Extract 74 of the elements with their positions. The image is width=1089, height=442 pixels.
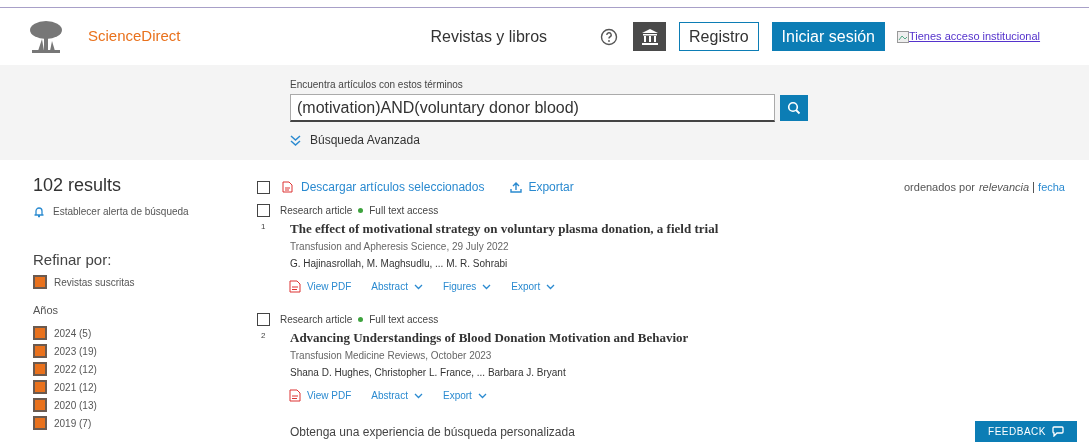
year-filter-label: 2021 (12) xyxy=(54,380,97,395)
expand-link[interactable]: Export xyxy=(511,279,556,294)
brand-name[interactable]: ScienceDirect xyxy=(88,25,181,48)
expand-link[interactable]: Export xyxy=(442,388,487,403)
sort-option[interactable]: relevancia xyxy=(978,178,1030,196)
years-heading: Años xyxy=(33,302,60,318)
result-number: 2 xyxy=(260,330,267,342)
nav-link[interactable]: Revistas y libros xyxy=(430,24,548,49)
filter-checkbox[interactable] xyxy=(33,326,47,340)
tree-logo-icon[interactable] xyxy=(28,18,64,55)
export-link[interactable]: Exportar xyxy=(528,178,574,196)
chevron-down-icon xyxy=(477,392,487,399)
chat-icon xyxy=(1051,426,1064,437)
search-button[interactable] xyxy=(780,95,808,121)
results-count: 102 results xyxy=(33,174,123,196)
access-label: Full text access xyxy=(369,313,439,327)
help-icon[interactable] xyxy=(600,27,619,46)
search-icon xyxy=(787,101,801,115)
feedback-button[interactable]: FEEDBACK xyxy=(975,421,1077,442)
result-checkbox[interactable] xyxy=(257,204,270,217)
year-filter-label: 2020 (13) xyxy=(54,398,97,413)
bell-icon xyxy=(33,205,45,218)
article-title[interactable]: Advancing Understandings of Blood Donation Motivation and Behavior xyxy=(290,330,689,346)
year-filter-label: 2019 (7) xyxy=(54,416,92,431)
upload-icon xyxy=(510,181,523,193)
filter-checkbox[interactable] xyxy=(33,344,47,358)
authors: G. Hajinasrollah, M. Maghsudlu, ... M. R. Sohrabi xyxy=(290,257,509,271)
signin-button[interactable]: Iniciar sesión xyxy=(771,22,885,51)
search-field[interactable]: (motivation)AND(voluntary donor blood) xyxy=(290,94,775,122)
filter-checkbox[interactable] xyxy=(33,416,47,430)
sort-label: ordenados por xyxy=(904,179,975,195)
institutional-link[interactable]: Tienes acceso institucional xyxy=(909,28,1041,45)
year-filter-label: 2023 (19) xyxy=(54,344,97,359)
expand-link[interactable]: Figures xyxy=(442,279,492,294)
pdf-icon xyxy=(282,181,293,193)
filter-checkbox[interactable] xyxy=(33,362,47,376)
filter-checkbox[interactable] xyxy=(33,398,47,412)
result-number: 1 xyxy=(260,221,267,233)
refine-heading: Refinar por: xyxy=(33,250,113,270)
journal-source: Transfusion Medicine Reviews, October 2023 xyxy=(290,349,493,363)
view-pdf-link[interactable]: View PDF xyxy=(289,388,352,403)
pdf-icon xyxy=(289,280,301,293)
filter-label: Revistas suscritas xyxy=(54,275,135,290)
access-label: Full text access xyxy=(369,204,439,218)
journal-source: Transfusion and Apheresis Science, 29 July 2022 xyxy=(290,240,510,254)
personalize-text: Obtenga una experiencia de búsqueda personalizada xyxy=(290,425,575,439)
advanced-search-link[interactable]: Búsqueda Avanzada xyxy=(310,131,420,149)
register-button[interactable]: Registro xyxy=(679,22,759,51)
double-chevron-icon xyxy=(290,134,301,146)
chevron-down-icon xyxy=(482,283,492,290)
result-checkbox[interactable] xyxy=(257,313,270,326)
authors: Shana D. Hughes, Christopher L. France, ... Barbara J. Bryant xyxy=(290,366,567,380)
pdf-icon xyxy=(289,389,301,402)
institution-button[interactable] xyxy=(633,22,667,51)
filter-checkbox[interactable] xyxy=(33,275,47,289)
article-title[interactable]: The effect of motivational strategy on voluntary plasma donation, a field trial xyxy=(290,221,719,237)
broken-image-icon xyxy=(897,30,909,43)
download-link[interactable]: Descargar artículos seleccionados xyxy=(301,178,485,196)
year-filter-label: 2024 (5) xyxy=(54,326,92,341)
article-type: Research article xyxy=(280,204,353,218)
search-alert-link[interactable]: Establecer alerta de búsqueda xyxy=(53,204,189,219)
expand-link[interactable]: Abstract xyxy=(371,279,423,294)
select-all-checkbox[interactable] xyxy=(257,180,270,194)
article-type: Research article xyxy=(280,313,353,327)
filter-checkbox[interactable] xyxy=(33,380,47,394)
search-label: Encuentra artículos con estos términos xyxy=(290,79,464,91)
chevron-down-icon xyxy=(546,283,556,290)
expand-link[interactable]: Abstract xyxy=(371,388,423,403)
chevron-down-icon xyxy=(413,392,423,399)
view-pdf-link[interactable]: View PDF xyxy=(289,279,352,294)
chevron-down-icon xyxy=(413,283,423,290)
year-filter-label: 2022 (12) xyxy=(54,362,97,377)
sort-option[interactable]: fecha xyxy=(1038,178,1065,196)
institution-icon xyxy=(640,27,659,46)
